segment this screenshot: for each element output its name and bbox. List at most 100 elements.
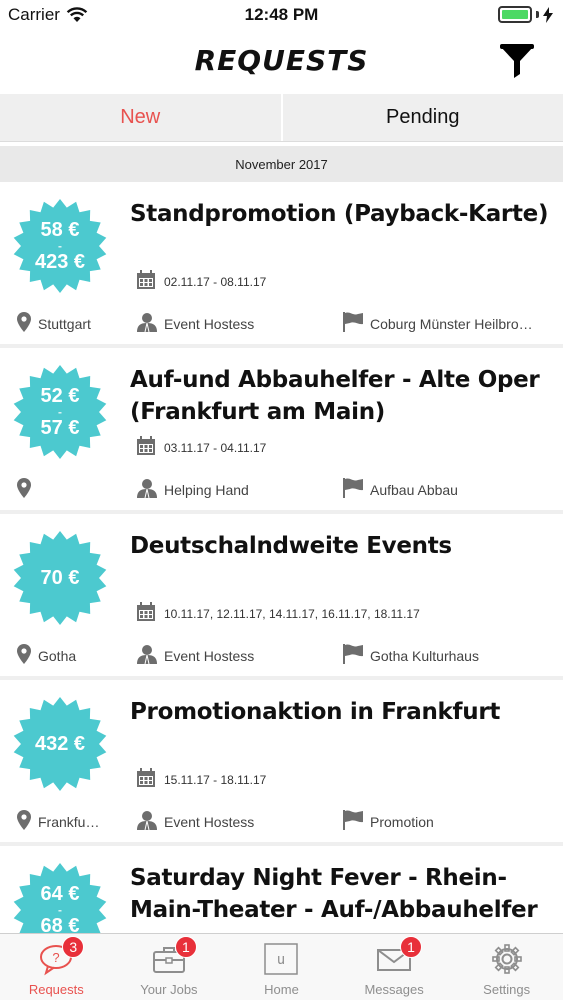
price-min: 58 € — [40, 219, 80, 241]
status-bar: Carrier 12:48 PM — [0, 0, 563, 30]
price-separator: - — [58, 239, 62, 253]
tag-label: Coburg Münster Heilbro… — [370, 315, 533, 332]
location-label: Frankfu… — [38, 813, 100, 830]
request-card[interactable]: 432 € Promotionaktion in Frankfurt 15.11… — [0, 684, 563, 846]
role: Helping Hand — [136, 478, 249, 501]
location-label: Gotha — [38, 647, 77, 664]
request-card[interactable]: 52 € - 57 € Auf-und Abbauhelfer - Alte O… — [0, 352, 563, 514]
request-title: Auf-und Abbauhelfer - Alte Oper (Frankfu… — [130, 367, 540, 425]
request-dates: 03.11.17 - 04.11.17 — [164, 440, 267, 455]
price-separator: - — [58, 405, 62, 419]
tag: Promotion — [342, 810, 434, 833]
flag-icon — [342, 478, 364, 501]
tag: Aufbau Abbau — [342, 478, 458, 501]
request-list[interactable]: 58 € - 423 € Standpromotion (Payback-Kar… — [0, 186, 563, 933]
tag: Gotha Kulturhaus — [342, 644, 479, 667]
role-label: Event Hostess — [164, 315, 255, 332]
request-title: Promotionaktion in Frankfurt — [130, 699, 501, 725]
location-pin-icon — [16, 478, 32, 501]
messages-count-badge: 1 — [400, 936, 423, 958]
price-separator: - — [58, 903, 62, 917]
calendar-icon — [136, 436, 156, 459]
person-icon — [136, 644, 158, 667]
role-label: Helping Hand — [164, 481, 249, 498]
flag-icon — [342, 810, 364, 833]
page-title: REQUESTS — [194, 44, 369, 77]
meta-row: Gotha Event Hostess Gotha Kulturhaus — [0, 644, 563, 668]
tab-settings[interactable]: Settings — [450, 934, 563, 1000]
tab-label: Settings — [483, 982, 531, 997]
date-row: 10.11.17, 12.11.17, 14.11.17, 16.11.17, … — [136, 602, 420, 625]
calendar-icon — [136, 270, 156, 293]
price-min: 432 € — [34, 733, 86, 755]
tab-pending[interactable]: Pending — [280, 94, 563, 141]
tab-label: Home — [264, 982, 299, 997]
charging-bolt-icon — [543, 6, 553, 23]
request-dates: 15.11.17 - 18.11.17 — [164, 772, 267, 787]
meta-row: Stuttgart Event Hostess Coburg Münster H… — [0, 312, 563, 336]
request-title: Standpromotion (Payback-Karte) — [130, 201, 549, 227]
tab-home[interactable]: u Home — [225, 934, 338, 1000]
filter-funnel-icon — [500, 44, 534, 78]
tag: Coburg Münster Heilbro… — [342, 312, 533, 335]
home-u-icon: u — [264, 943, 299, 975]
tag-label: Gotha Kulturhaus — [370, 647, 479, 664]
svg-text:?: ? — [53, 950, 60, 965]
meta-row: Helping Hand Aufbau Abbau — [0, 478, 563, 502]
battery-icon — [498, 6, 553, 23]
price-badge: 64 € - 68 € — [12, 862, 108, 933]
request-card[interactable]: 70 € Deutschalndweite Events 10.11.17, 1… — [0, 518, 563, 680]
jobs-count-badge: 1 — [174, 936, 197, 958]
role: Event Hostess — [136, 312, 254, 335]
requests-count-badge: 3 — [62, 936, 85, 958]
location-label: Stuttgart — [38, 315, 91, 332]
nav-bar: REQUESTS — [0, 30, 563, 94]
price-badge: 432 € — [12, 696, 108, 792]
price-min: 64 € — [40, 883, 80, 905]
location — [16, 478, 38, 501]
clock: 12:48 PM — [244, 5, 319, 24]
location-pin-icon — [16, 810, 32, 833]
tab-label: Requests — [28, 982, 84, 997]
location-pin-icon — [16, 312, 32, 335]
gear-icon — [491, 944, 522, 974]
tab-new[interactable]: New — [0, 94, 281, 141]
price-min: 70 € — [40, 567, 80, 589]
price-badge: 70 € — [12, 530, 108, 626]
price-max: 57 € — [40, 417, 80, 439]
request-card[interactable]: 64 € - 68 € Saturday Night Fever - Rhein… — [0, 850, 563, 933]
tab-label: Messages — [364, 982, 424, 997]
date-row: 02.11.17 - 08.11.17 — [136, 270, 266, 293]
person-icon — [136, 312, 158, 335]
price-badge: 52 € - 57 € — [12, 364, 108, 460]
location: Stuttgart — [16, 312, 91, 335]
person-icon — [136, 478, 158, 501]
tag-label: Promotion — [370, 813, 434, 830]
tag-label: Aufbau Abbau — [370, 481, 458, 498]
request-dates: 10.11.17, 12.11.17, 14.11.17, 16.11.17, … — [164, 606, 420, 621]
date-row: 15.11.17 - 18.11.17 — [136, 768, 266, 791]
svg-text:u: u — [277, 952, 285, 968]
tab-messages[interactable]: 1 Messages — [338, 934, 451, 1000]
section-header: November 2017 — [0, 146, 563, 182]
filter-button[interactable] — [497, 40, 537, 80]
location: Gotha — [16, 644, 76, 667]
tab-your-jobs[interactable]: 1 Your Jobs — [113, 934, 226, 1000]
role-label: Event Hostess — [164, 647, 255, 664]
tab-bar: ? 3 Requests 1 Your Jobs u Home 1 Messag… — [0, 933, 563, 1000]
role-label: Event Hostess — [164, 813, 255, 830]
price-min: 52 € — [40, 385, 80, 407]
tab-label: Your Jobs — [140, 982, 198, 997]
meta-row: Frankfu… Event Hostess Promotion — [0, 810, 563, 834]
segmented-tabs: New Pending — [0, 94, 563, 142]
tab-requests[interactable]: ? 3 Requests — [0, 934, 113, 1000]
flag-icon — [342, 644, 364, 667]
request-card[interactable]: 58 € - 423 € Standpromotion (Payback-Kar… — [0, 186, 563, 348]
location: Frankfu… — [16, 810, 99, 833]
calendar-icon — [136, 602, 156, 625]
date-row: 03.11.17 - 04.11.17 — [136, 436, 266, 459]
price-max: 68 € — [40, 915, 80, 933]
flag-icon — [342, 312, 364, 335]
price-max: 423 € — [34, 251, 86, 273]
request-title: Deutschalndweite Events — [130, 533, 452, 559]
